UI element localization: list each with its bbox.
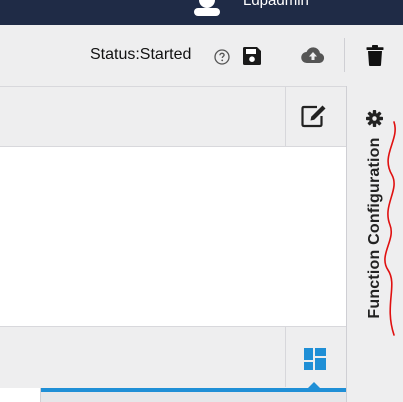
floppy-disk-icon <box>243 47 261 65</box>
delete-button[interactable] <box>364 43 386 68</box>
dashboard-grid-icon <box>304 348 326 370</box>
tab-strip-left-gap <box>0 388 41 402</box>
function-configuration-label[interactable]: Function Configuration <box>366 137 384 318</box>
top-navigation-bar: Ldpadmin <box>0 0 403 25</box>
trash-icon <box>366 45 384 66</box>
help-button[interactable] <box>212 47 232 67</box>
save-button[interactable] <box>240 44 264 68</box>
toolbar-divider <box>344 38 345 72</box>
tab-strip <box>40 392 346 402</box>
bottom-panel-divider <box>285 327 286 387</box>
upload-button[interactable] <box>300 43 326 67</box>
panel-content-area[interactable] <box>0 147 346 326</box>
question-circle-icon <box>214 49 230 65</box>
panel-header <box>0 87 346 147</box>
panel-header-divider <box>285 87 286 146</box>
layout-button[interactable] <box>302 346 328 372</box>
edit-pencil-icon <box>301 105 326 128</box>
cloud-upload-icon <box>301 47 325 64</box>
status-text: Status:Started <box>90 46 192 63</box>
settings-button[interactable] <box>365 109 383 127</box>
gear-icon <box>365 109 383 127</box>
username-label[interactable]: Ldpadmin <box>243 0 309 10</box>
user-avatar-icon[interactable] <box>194 0 220 16</box>
bottom-panel-header <box>0 326 346 389</box>
edit-button[interactable] <box>300 102 328 130</box>
main-toolbar: Status:Started <box>0 25 403 87</box>
